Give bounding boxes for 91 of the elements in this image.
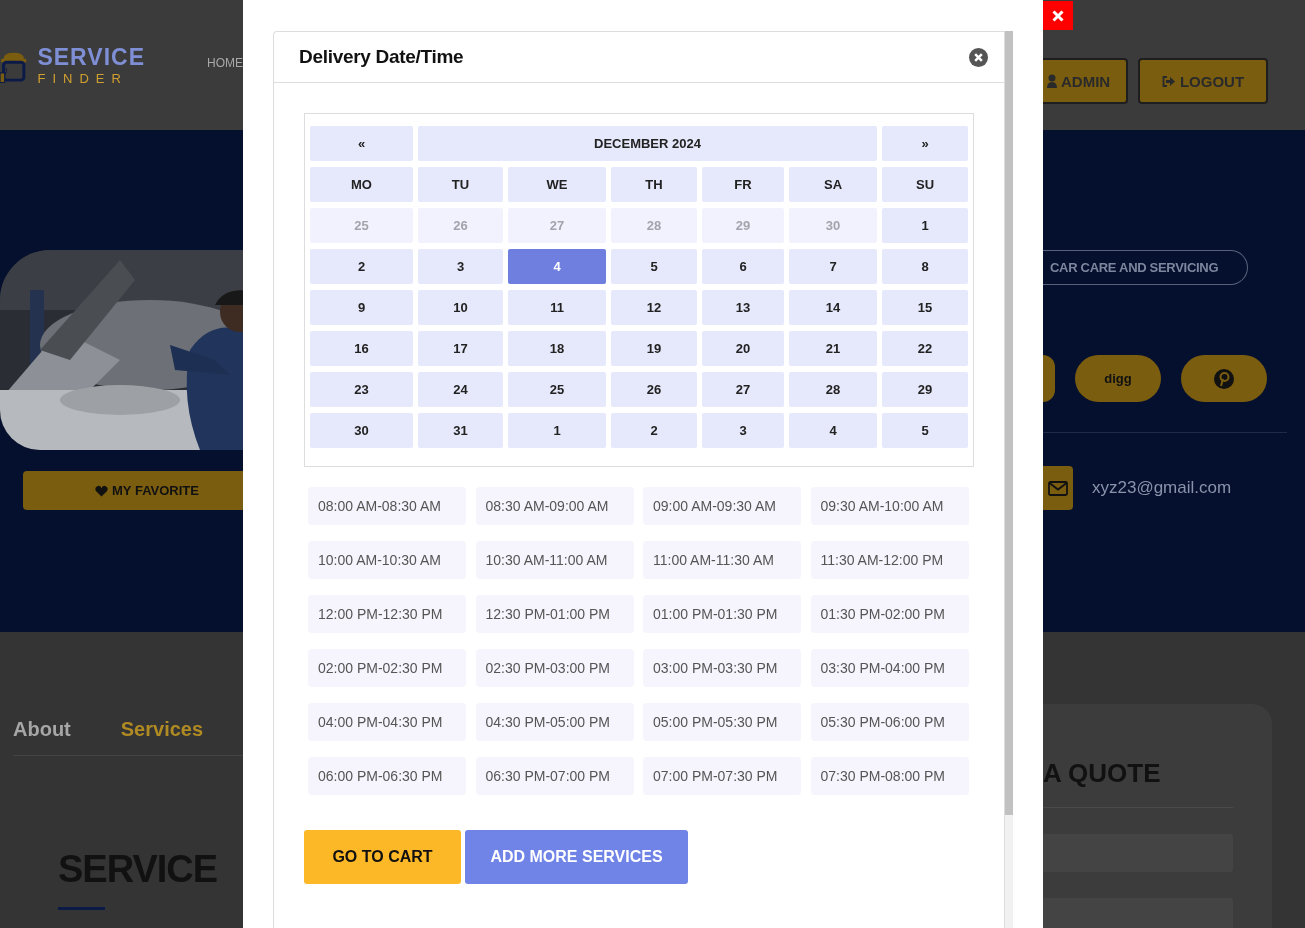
- scrollbar[interactable]: [1005, 31, 1013, 928]
- weekday-label: FR: [702, 167, 784, 202]
- time-slot[interactable]: 04:00 PM-04:30 PM: [308, 703, 466, 741]
- user-icon: [1047, 74, 1057, 88]
- time-slot[interactable]: 03:00 PM-03:30 PM: [643, 649, 801, 687]
- day-cell[interactable]: 4: [508, 249, 606, 284]
- day-cell[interactable]: 4: [789, 413, 877, 448]
- social-button[interactable]: [1043, 355, 1055, 402]
- day-cell[interactable]: 24: [418, 372, 503, 407]
- day-cell[interactable]: 14: [789, 290, 877, 325]
- day-cell[interactable]: 28: [789, 372, 877, 407]
- time-slot[interactable]: 11:00 AM-11:30 AM: [643, 541, 801, 579]
- logo-subtitle: FINDER: [37, 71, 129, 86]
- day-cell[interactable]: 17: [418, 331, 503, 366]
- day-cell[interactable]: 13: [702, 290, 784, 325]
- day-cell[interactable]: 5: [611, 249, 697, 284]
- time-slot[interactable]: 02:00 PM-02:30 PM: [308, 649, 466, 687]
- time-slot[interactable]: 05:00 PM-05:30 PM: [643, 703, 801, 741]
- time-slot[interactable]: 01:00 PM-01:30 PM: [643, 595, 801, 633]
- time-slot[interactable]: 05:30 PM-06:00 PM: [810, 703, 969, 741]
- email-text: xyz23@gmail.com: [1092, 478, 1232, 498]
- day-cell[interactable]: 25: [508, 372, 606, 407]
- day-cell[interactable]: 16: [310, 331, 413, 366]
- time-slot[interactable]: 01:30 PM-02:00 PM: [810, 595, 969, 633]
- time-slot[interactable]: 03:30 PM-04:00 PM: [810, 649, 969, 687]
- time-slot[interactable]: 08:00 AM-08:30 AM: [308, 487, 466, 525]
- day-cell[interactable]: 1: [508, 413, 606, 448]
- social-button[interactable]: [1181, 355, 1267, 402]
- go-to-cart-button[interactable]: GO TO CART: [304, 830, 461, 884]
- time-slot[interactable]: 04:30 PM-05:00 PM: [475, 703, 634, 741]
- month-title[interactable]: DECEMBER 2024: [418, 126, 877, 161]
- day-cell[interactable]: 11: [508, 290, 606, 325]
- close-icon: [1052, 9, 1064, 22]
- time-slot[interactable]: 09:30 AM-10:00 AM: [810, 487, 969, 525]
- time-slot[interactable]: 12:00 PM-12:30 PM: [308, 595, 466, 633]
- section-tab[interactable]: Services: [120, 718, 204, 741]
- logo-title: SERVICE: [37, 44, 145, 71]
- time-slot[interactable]: 07:00 PM-07:30 PM: [643, 757, 801, 795]
- weekday-label: SA: [789, 167, 877, 202]
- day-cell[interactable]: 21: [789, 331, 877, 366]
- day-cell[interactable]: 5: [882, 413, 968, 448]
- day-cell[interactable]: 3: [702, 413, 784, 448]
- time-slot[interactable]: 10:30 AM-11:00 AM: [475, 541, 634, 579]
- day-cell[interactable]: 12: [611, 290, 697, 325]
- time-slot[interactable]: 07:30 PM-08:00 PM: [810, 757, 969, 795]
- close-icon[interactable]: [969, 47, 988, 67]
- day-cell[interactable]: 22: [882, 331, 968, 366]
- weekday-label: WE: [508, 167, 606, 202]
- pin-icon: [1214, 368, 1234, 389]
- weekday-label: TH: [611, 167, 697, 202]
- logout-icon: [1161, 74, 1176, 88]
- day-cell[interactable]: 20: [702, 331, 784, 366]
- input-field[interactable]: [1043, 834, 1233, 872]
- day-cell[interactable]: 30: [310, 413, 413, 448]
- heart-icon: [95, 484, 109, 497]
- day-cell[interactable]: 23: [310, 372, 413, 407]
- weekday-label: TU: [418, 167, 503, 202]
- envelope-icon: [1048, 480, 1068, 496]
- input-field[interactable]: [1043, 898, 1233, 928]
- day-cell[interactable]: 9: [310, 290, 413, 325]
- day-cell[interactable]: 10: [418, 290, 503, 325]
- day-cell[interactable]: 29: [882, 372, 968, 407]
- day-cell[interactable]: 7: [789, 249, 877, 284]
- time-slot[interactable]: 02:30 PM-03:00 PM: [475, 649, 634, 687]
- time-slot[interactable]: 11:30 AM-12:00 PM: [810, 541, 969, 579]
- weekday-label: SU: [882, 167, 968, 202]
- time-slot[interactable]: 12:30 PM-01:00 PM: [475, 595, 634, 633]
- section-tab[interactable]: About: [13, 718, 71, 741]
- next-month-button[interactable]: »: [882, 126, 968, 161]
- nav-link[interactable]: HOME: [207, 56, 243, 70]
- day-cell[interactable]: 31: [418, 413, 503, 448]
- day-cell[interactable]: 2: [611, 413, 697, 448]
- day-cell[interactable]: 26: [611, 372, 697, 407]
- close-button[interactable]: [1043, 1, 1073, 30]
- time-slot[interactable]: 08:30 AM-09:00 AM: [475, 487, 634, 525]
- time-slot[interactable]: 06:30 PM-07:00 PM: [475, 757, 634, 795]
- day-cell[interactable]: 8: [882, 249, 968, 284]
- day-cell[interactable]: 19: [611, 331, 697, 366]
- modal-title: Delivery Date/Time: [299, 46, 464, 68]
- time-slot[interactable]: 06:00 PM-06:30 PM: [308, 757, 466, 795]
- day-cell[interactable]: 1: [882, 208, 968, 243]
- day-cell[interactable]: 2: [310, 249, 413, 284]
- day-cell[interactable]: 6: [702, 249, 784, 284]
- time-slot[interactable]: 10:00 AM-10:30 AM: [308, 541, 466, 579]
- weekday-label: MO: [310, 167, 413, 202]
- prev-month-button[interactable]: «: [310, 126, 413, 161]
- time-slot[interactable]: 09:00 AM-09:30 AM: [643, 487, 801, 525]
- day-cell[interactable]: 15: [882, 290, 968, 325]
- day-cell[interactable]: 3: [418, 249, 503, 284]
- day-cell[interactable]: 18: [508, 331, 606, 366]
- day-cell[interactable]: 27: [702, 372, 784, 407]
